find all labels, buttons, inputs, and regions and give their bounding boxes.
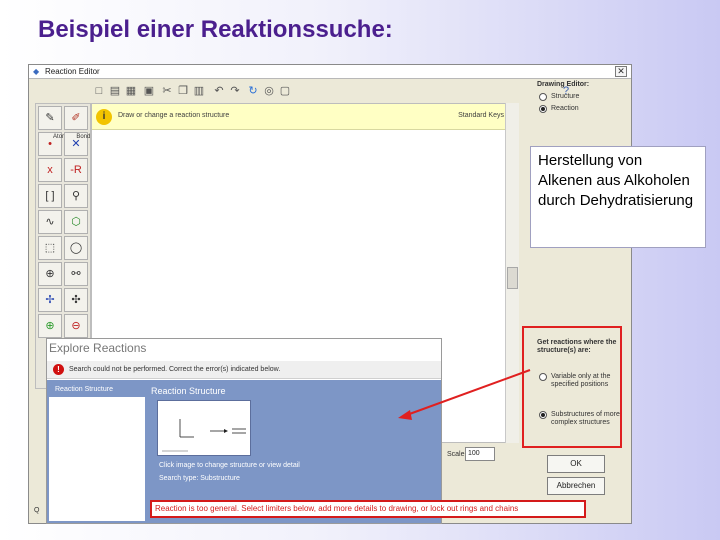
atom-tool[interactable]: Atom • [38, 132, 67, 156]
bracket-icon: [ ] [45, 190, 55, 202]
explore-title: Explore Reactions [49, 341, 147, 355]
window-title: Reaction Editor [45, 67, 100, 76]
explore-reactions-panel: Explore Reactions ! Search could not be … [46, 338, 442, 524]
reaction-sketch [162, 419, 246, 452]
left-structure-header: Reaction Structure [55, 386, 113, 393]
mapping-icon: ⚯ [71, 268, 81, 280]
chain-icon: ∿ [45, 216, 55, 228]
scrollbar-thumb[interactable] [507, 267, 518, 289]
minus-charge-tool[interactable]: ⊖ [64, 314, 88, 338]
bracket-tool[interactable]: [ ] [38, 184, 62, 208]
hint-text: Draw or change a reaction structure [118, 112, 230, 119]
scale-label: Scale [447, 451, 465, 458]
delete-atom-tool[interactable]: x [38, 158, 62, 182]
rotate-icon: ✣ [71, 294, 81, 306]
radio-reaction[interactable] [539, 105, 547, 113]
ring-tool[interactable]: ⬡ [64, 210, 88, 234]
error-message: Search could not be performed. Correct t… [69, 366, 281, 373]
template-icon[interactable]: ▢ [279, 85, 291, 97]
chain-tool[interactable]: ∿ [38, 210, 62, 234]
zoom-icon: ⊕ [45, 268, 55, 280]
drawing-editor-label: Drawing Editor: [537, 81, 590, 88]
plus-charge-tool[interactable]: ⊕ [38, 314, 62, 338]
close-button[interactable]: ✕ [615, 66, 627, 77]
lookup-icon: ⚲ [71, 190, 81, 202]
highlight-box [522, 326, 622, 448]
canvas-scrollbar[interactable] [505, 103, 519, 443]
main-toolbar: □ ▤ ▦ ▣ ✂ ❐ ▥ ↶ ↷ ↻ ◎ ▢ ? [89, 81, 569, 103]
open-icon[interactable]: ▤ [109, 85, 121, 97]
lasso-icon: ◯ [69, 242, 83, 254]
select-rect-tool[interactable]: ⬚ [38, 236, 62, 260]
lasso-tool[interactable]: ◯ [64, 236, 88, 260]
pencil-tool[interactable]: ✎ [38, 106, 62, 130]
radio-structure-label: Structure [551, 93, 580, 100]
standard-keys-link[interactable]: Standard Keys [458, 112, 504, 119]
error-icon: ! [53, 364, 64, 375]
error-banner: Reaction is too general. Select limiters… [150, 500, 586, 518]
rotate-tool[interactable]: ✣ [64, 288, 88, 312]
ring-icon: ⬡ [71, 216, 81, 228]
scale-input[interactable]: 100 [465, 447, 495, 461]
flip-icon: ✢ [45, 294, 55, 306]
brush-tool[interactable]: ✐ [64, 106, 88, 130]
app-logo-icon: ◆ [33, 67, 40, 76]
slide-title: Beispiel einer Reaktionssuche: [38, 16, 393, 43]
plus-icon: ⊕ [45, 320, 55, 332]
reaction-structure-title: Reaction Structure [151, 386, 226, 396]
redo-icon[interactable]: ↷ [229, 85, 241, 97]
zoom-tool[interactable]: ⊕ [38, 262, 62, 286]
undo-icon[interactable]: ↶ [213, 85, 225, 97]
copy-icon[interactable]: ❐ [177, 85, 189, 97]
clean-icon[interactable]: ◎ [263, 85, 275, 97]
lookup-tool[interactable]: ⚲ [64, 184, 88, 208]
bond-tool[interactable]: Bond ✕ [64, 132, 90, 156]
cut-icon[interactable]: ✂ [161, 85, 173, 97]
save-icon[interactable]: ▦ [125, 85, 137, 97]
radio-reaction-label: Reaction [551, 105, 579, 112]
search-type-caption: Search type: Substructure [159, 475, 240, 482]
ok-button[interactable]: OK [547, 455, 605, 473]
radio-structure[interactable] [539, 93, 547, 101]
r-group-icon: -R [70, 164, 82, 176]
paste-icon[interactable]: ▥ [193, 85, 205, 97]
structure-caption: Click image to change structure or view … [159, 462, 300, 469]
flip-tool[interactable]: ✢ [38, 288, 62, 312]
structure-thumbnail[interactable] [157, 400, 251, 456]
error-bar: ! Search could not be performed. Correct… [47, 361, 441, 379]
print-icon[interactable]: ▣ [143, 85, 155, 97]
minus-icon: ⊖ [71, 320, 81, 332]
brush-icon: ✐ [71, 112, 81, 124]
cancel-button[interactable]: Abbrechen [547, 477, 605, 495]
x-icon: x [47, 164, 53, 176]
bottom-field-label: Q [34, 507, 40, 514]
refresh-icon[interactable]: ↻ [247, 85, 259, 97]
new-icon[interactable]: □ [93, 85, 105, 97]
callout-box: Herstellung von Alkenen aus Alkoholen du… [530, 146, 706, 248]
info-icon: i [96, 109, 112, 125]
r-group-tool[interactable]: -R [64, 158, 88, 182]
mapping-tool[interactable]: ⚯ [64, 262, 88, 286]
window-titlebar: ◆ Reaction Editor ✕ [29, 65, 631, 79]
left-structure-list [49, 397, 145, 521]
pencil-icon: ✎ [45, 112, 55, 124]
select-rect-icon: ⬚ [44, 242, 56, 254]
hint-bar: i Draw or change a reaction structure St… [92, 104, 518, 130]
